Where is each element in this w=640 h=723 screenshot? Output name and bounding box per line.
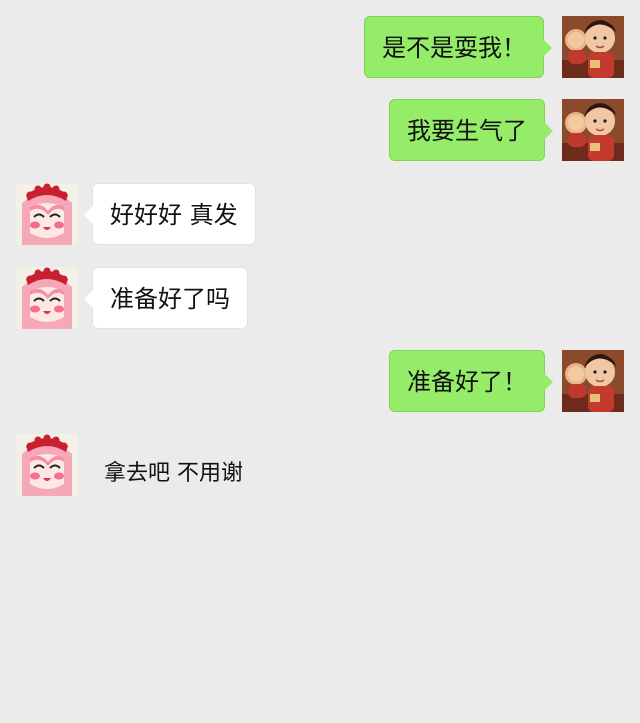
- outgoing-message-bubble[interactable]: 我要生气了: [389, 99, 553, 161]
- incoming-message-bubble[interactable]: 好好好 真发: [84, 183, 256, 245]
- incoming-message-bubble[interactable]: 准备好了吗: [84, 267, 248, 329]
- friend-avatar[interactable]: [16, 267, 78, 329]
- friend-avatar[interactable]: [16, 183, 78, 245]
- anime-girl-icon: [16, 267, 78, 329]
- message-text: 准备好了！: [407, 368, 527, 396]
- message-text: 好好好 真发: [110, 201, 238, 229]
- anime-girl-icon: [16, 434, 78, 496]
- portrait-icon: [562, 99, 624, 161]
- self-avatar[interactable]: [562, 99, 624, 161]
- bubble-tail: [544, 373, 553, 391]
- message-text: 是不是耍我！: [382, 34, 526, 62]
- self-avatar[interactable]: [562, 350, 624, 412]
- portrait-icon: [562, 16, 624, 78]
- sticker-caption-message[interactable]: 拿去吧 不用谢: [104, 455, 243, 487]
- message-text: 我要生气了: [407, 117, 527, 145]
- anime-girl-icon: [16, 183, 78, 245]
- outgoing-message-bubble[interactable]: 是不是耍我！: [364, 16, 552, 78]
- bubble-tail: [543, 39, 552, 57]
- self-avatar[interactable]: [562, 16, 624, 78]
- message-text: 准备好了吗: [110, 285, 230, 313]
- friend-avatar[interactable]: [16, 434, 78, 496]
- bubble-tail: [544, 122, 553, 140]
- outgoing-message-bubble[interactable]: 准备好了！: [389, 350, 553, 412]
- bubble-tail: [84, 206, 93, 224]
- bubble-tail: [84, 290, 93, 308]
- portrait-icon: [562, 350, 624, 412]
- chat-area[interactable]: 是不是耍我！ 我要生气了 好好好 真发 准备好了吗 准备好了！ 拿去吧 不用谢: [0, 0, 640, 723]
